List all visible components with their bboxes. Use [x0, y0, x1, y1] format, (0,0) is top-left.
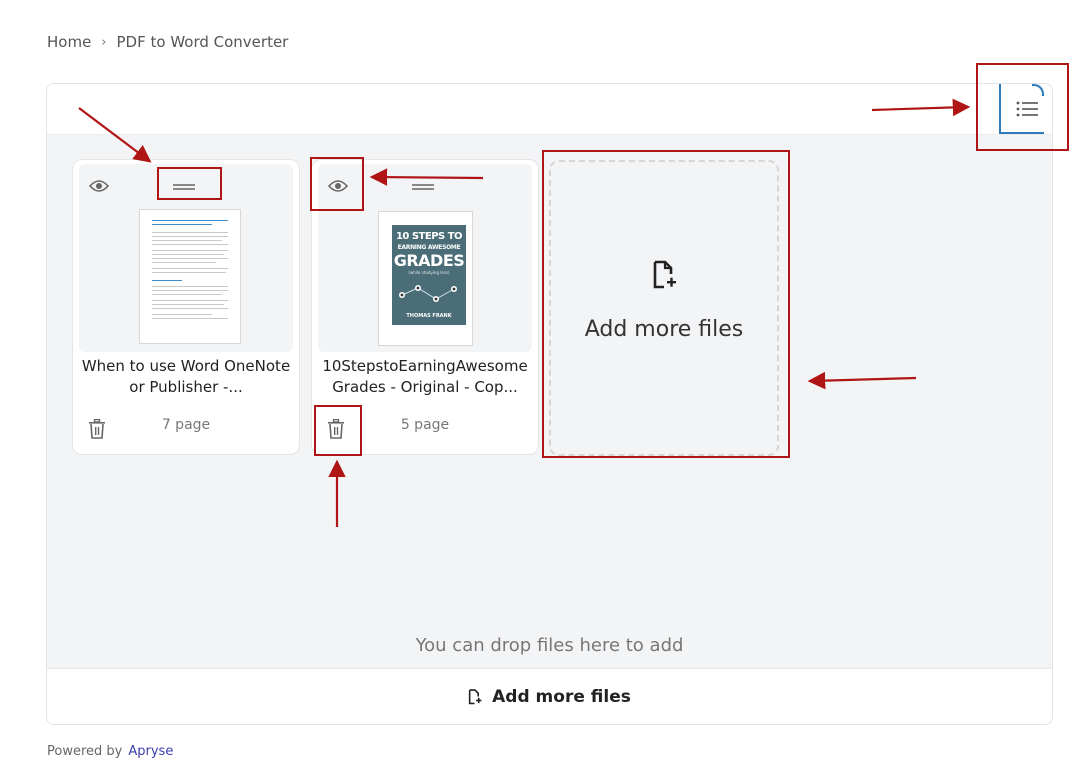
book-cover: 10 STEPS TO EARNING AWESOME GRADES (whil…: [392, 225, 466, 325]
annotation-box-preview: [310, 157, 364, 211]
file-name: 10StepstoEarningAwesomeGrades - Original…: [322, 357, 528, 396]
annotation-box-drag-handle: [157, 167, 222, 200]
cover-author: THOMAS FRANK: [406, 313, 452, 319]
cover-line-1: 10 STEPS TO: [395, 231, 463, 242]
add-more-files-button-label: Add more files: [492, 687, 631, 707]
trash-icon: [89, 419, 105, 439]
cover-line-3: GRADES: [393, 251, 465, 270]
breadcrumb: Home › PDF to Word Converter: [47, 33, 288, 51]
breadcrumb-current: PDF to Word Converter: [116, 33, 289, 51]
drag-handle-button[interactable]: [410, 178, 436, 196]
annotation-box-delete: [314, 405, 362, 456]
cover-graph-icon: [399, 285, 457, 302]
preview-button[interactable]: [87, 176, 111, 196]
panel-toolbar: [47, 84, 1052, 135]
annotation-box-view-toggle: [976, 63, 1069, 151]
brand-link[interactable]: Apryse: [128, 744, 173, 759]
file-name: When to use Word OneNote or Publisher -.…: [81, 357, 291, 396]
breadcrumb-separator: ›: [101, 34, 107, 50]
breadcrumb-home[interactable]: Home: [47, 33, 91, 51]
delete-file-button[interactable]: [87, 418, 107, 440]
cover-subtitle: (while studying less): [408, 270, 450, 275]
annotation-box-add-tile: [542, 150, 790, 458]
file-card[interactable]: When to use Word OneNote or Publisher -.…: [72, 159, 300, 455]
powered-by-label: Powered by: [47, 744, 123, 759]
add-more-files-button[interactable]: Add more files: [47, 668, 1052, 724]
cover-line-2: EARNING AWESOME: [397, 244, 461, 251]
file-thumbnail: 10 STEPS TO EARNING AWESOME GRADES (whil…: [378, 211, 473, 346]
eye-icon: [89, 180, 109, 192]
drag-handle-icon: [412, 184, 434, 190]
file-thumbnail: [139, 209, 241, 344]
drop-hint-text: You can drop files here to add: [415, 635, 684, 656]
file-add-icon: [469, 689, 482, 705]
powered-by: Powered by Apryse: [47, 744, 173, 759]
